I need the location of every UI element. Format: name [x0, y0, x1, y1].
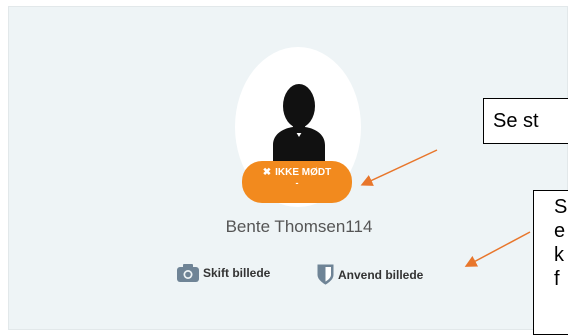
annotation-arrow-2 [464, 231, 531, 267]
callout-2-line-1: S [554, 196, 568, 218]
annotation-arrows [360, 149, 531, 267]
callout-2-line-2: e [554, 220, 566, 242]
annotation-arrow-1 [360, 149, 438, 186]
callout-2-line-4: f [554, 268, 560, 290]
annotation-callout-1: Se st [483, 98, 568, 144]
annotation-callout-2: S e k f [533, 190, 568, 335]
callout-2-line-3: k [554, 244, 564, 266]
